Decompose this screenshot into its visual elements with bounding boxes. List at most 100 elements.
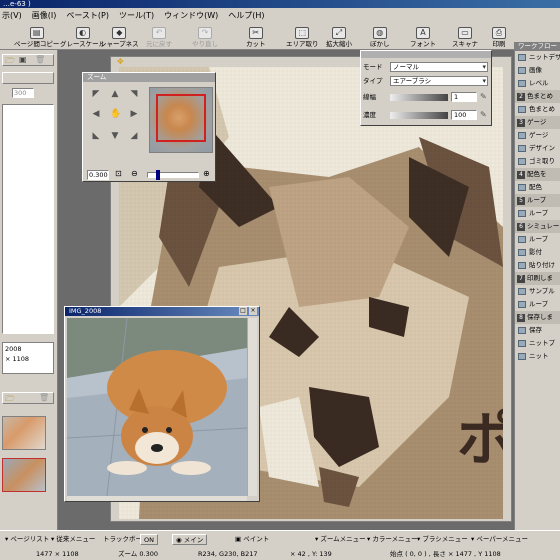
color-menu-button[interactable]: ▾ カラーメニュー xyxy=(364,534,421,545)
zoom-slider-thumb[interactable] xyxy=(156,170,160,180)
page-thumbnail[interactable] xyxy=(2,416,46,450)
width-slider[interactable] xyxy=(390,93,448,101)
workflow-step-header[interactable]: 2 色まとめ xyxy=(515,90,560,103)
workflow-step-header[interactable]: 5 ループ xyxy=(515,194,560,207)
open-folder-icon[interactable]: 🗁 xyxy=(5,393,15,407)
main-button[interactable]: ◉ メイン xyxy=(172,534,208,545)
workflow-step-header[interactable]: 8 保存しま xyxy=(515,311,560,324)
workflow-item[interactable]: サンプル xyxy=(515,285,560,298)
close-icon[interactable]: × xyxy=(249,307,257,315)
photo-window-titlebar: IMG_2008 □ × xyxy=(65,307,259,316)
workflow-item-icon xyxy=(518,80,526,87)
arrow-up-icon[interactable]: ▲ xyxy=(110,89,120,99)
workflow-step-header[interactable]: 7 印刷しま xyxy=(515,272,560,285)
arrow-up-right-icon[interactable]: ◥ xyxy=(129,89,139,99)
workflow-item[interactable]: ニットデザイン xyxy=(515,51,560,64)
arrow-down-right-icon[interactable]: ◢ xyxy=(129,131,139,141)
workflow-step-header[interactable]: 3 ゲージ xyxy=(515,116,560,129)
sharpness-button[interactable]: ◆ シャープネス xyxy=(100,24,139,48)
workflow-item[interactable]: ゴミ取り xyxy=(515,155,560,168)
workflow-step-header[interactable]: 6シミュレーション xyxy=(515,220,560,233)
workflow-item[interactable]: ループ xyxy=(515,207,560,220)
menu-window[interactable]: ウィンドウ(W) xyxy=(164,10,218,21)
workflow-item-label: ループ xyxy=(529,235,549,243)
cut-button[interactable]: ✂ カット xyxy=(246,24,266,48)
navigator-viewport[interactable] xyxy=(156,94,206,142)
pen-icon-2[interactable]: ✎ xyxy=(480,109,487,121)
menu-tool[interactable]: ツール(T) xyxy=(119,10,154,21)
resize-button[interactable]: ⤢ 拡大縮小 xyxy=(326,24,352,48)
blur-button[interactable]: ◍ ぼかし xyxy=(370,24,390,48)
arrow-left-icon[interactable]: ◀ xyxy=(91,109,101,119)
save-icon[interactable]: ▣ xyxy=(19,55,27,64)
page-copy-button[interactable]: ▤ ページ間コピー xyxy=(14,24,59,48)
workflow-item[interactable]: ゲージ xyxy=(515,129,560,142)
photo-vertical-scrollbar[interactable] xyxy=(247,318,257,496)
zoom-slider[interactable] xyxy=(147,170,199,180)
maximize-icon[interactable]: □ xyxy=(239,307,247,315)
menu-paste[interactable]: ペースト(P) xyxy=(66,10,109,21)
workflow-item[interactable]: ニットプ xyxy=(515,337,560,350)
zoom-in-icon[interactable]: ⊕ xyxy=(203,169,210,178)
photo-horizontal-scrollbar[interactable] xyxy=(67,496,247,501)
workflow-item[interactable]: 色まとめ xyxy=(515,103,560,116)
workflow-item-icon xyxy=(518,158,526,165)
workflow-item-icon xyxy=(518,145,526,152)
delete-icon[interactable]: 🗑 xyxy=(39,393,49,402)
workflow-item[interactable]: 配色 xyxy=(515,181,560,194)
arrow-right-icon[interactable]: ▶ xyxy=(129,109,139,119)
center-hand-icon[interactable]: ✋ xyxy=(110,109,121,119)
workflow-item[interactable]: デザイン xyxy=(515,142,560,155)
density-value[interactable]: 100 xyxy=(451,110,477,120)
arrow-down-left-icon[interactable]: ◣ xyxy=(91,131,101,141)
workflow-step-header[interactable]: 4 配色を xyxy=(515,168,560,181)
left-value-field[interactable]: 300 xyxy=(12,88,34,98)
menu-help[interactable]: ヘルプ(H) xyxy=(228,10,264,21)
workflow-item-label: サンプル xyxy=(529,287,555,295)
arrow-down-icon[interactable]: ▼ xyxy=(110,131,120,141)
zoom-menu-button[interactable]: ▾ ズームメニュー xyxy=(312,534,369,545)
workflow-item-icon xyxy=(518,210,526,217)
workflow-item[interactable]: 影付 xyxy=(515,246,560,259)
zoom-value-field[interactable]: 0.300 xyxy=(87,170,109,180)
print-button[interactable]: ⎙ 印刷 xyxy=(492,24,506,48)
zoom-navigator-thumbnail[interactable] xyxy=(149,87,213,153)
type-select[interactable]: エアーブラシ xyxy=(390,76,488,86)
redo-button[interactable]: ↷ やり直し xyxy=(192,24,218,48)
workflow-item[interactable]: 貼り付け xyxy=(515,259,560,272)
workflow-item[interactable]: 保存 xyxy=(515,324,560,337)
classic-menu-button[interactable]: ▾ 従来メニュー xyxy=(48,534,98,545)
menu-view[interactable]: 示(V) xyxy=(2,10,22,21)
folder-icon[interactable]: 🗁 xyxy=(5,55,15,69)
workflow-item[interactable]: 画像 xyxy=(515,64,560,77)
scanner-button[interactable]: ▭ スキャナ xyxy=(452,24,478,48)
brush-menu-button[interactable]: ▾ ブラシメニュー xyxy=(414,534,471,545)
paint-button[interactable]: ▣ ペイント xyxy=(232,534,272,545)
area-select-button[interactable]: ⬚ エリア取り xyxy=(286,24,319,48)
width-row: 線幅 1 ✎ xyxy=(363,91,487,103)
undo-button[interactable]: ↶ 元に戻す xyxy=(146,24,172,48)
zoom-reset-icon[interactable]: ⊡ xyxy=(115,169,122,178)
page-list-button[interactable]: ▾ ページリスト xyxy=(2,534,52,545)
workflow-item[interactable]: ループ xyxy=(515,298,560,311)
menu-image[interactable]: 画像(I) xyxy=(32,10,57,21)
left-list[interactable] xyxy=(2,104,54,334)
width-value[interactable]: 1 xyxy=(451,92,477,102)
page-thumbnail-selected[interactable] xyxy=(2,458,46,492)
font-button[interactable]: A フォント xyxy=(410,24,436,48)
workflow-item[interactable]: レベル xyxy=(515,77,560,90)
grayscale-button[interactable]: ◐ グレースケール xyxy=(60,24,105,48)
arrow-up-left-icon[interactable]: ◤ xyxy=(91,89,101,99)
trackball-on-button[interactable]: ON xyxy=(140,534,158,545)
workflow-item[interactable]: ループ xyxy=(515,233,560,246)
pen-icon[interactable]: ✎ xyxy=(480,91,487,103)
canvas-overlay-text: ポ xyxy=(457,405,503,473)
workflow-item[interactable]: ニット xyxy=(515,350,560,363)
density-slider[interactable] xyxy=(390,111,448,119)
font-icon: A xyxy=(416,27,430,39)
trash-icon[interactable]: 🗑 xyxy=(35,55,45,64)
paper-menu-button[interactable]: ▾ ペーパーメニュー xyxy=(468,534,531,545)
mode-select[interactable]: ノーマル xyxy=(390,62,488,72)
dog-photo xyxy=(67,318,247,496)
zoom-out-icon[interactable]: ⊖ xyxy=(131,169,138,178)
